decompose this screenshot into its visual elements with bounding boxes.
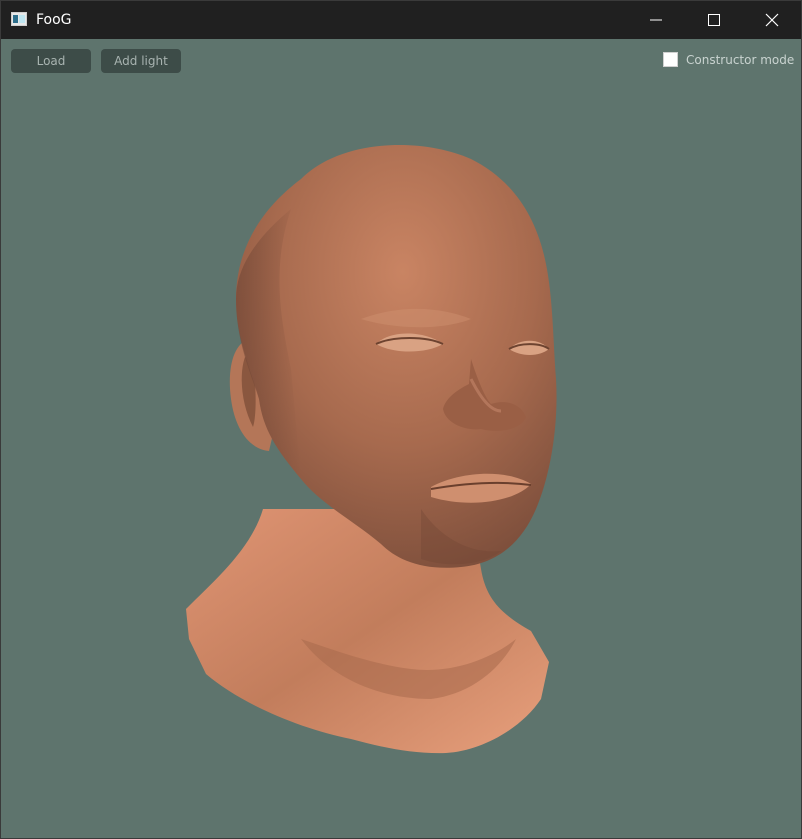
app-icon bbox=[11, 12, 27, 26]
head-model bbox=[186, 145, 557, 754]
load-button[interactable]: Load bbox=[11, 49, 91, 73]
minimize-button[interactable] bbox=[627, 1, 685, 39]
constructor-mode-label: Constructor mode bbox=[686, 53, 795, 67]
minimize-icon bbox=[650, 19, 662, 21]
maximize-icon bbox=[708, 14, 720, 26]
3d-viewport[interactable]: Load Add light Constructor mode bbox=[1, 39, 801, 838]
close-button[interactable] bbox=[743, 1, 801, 39]
title-bar[interactable]: FooG bbox=[1, 1, 801, 39]
app-window: FooG Load Add light Constructor mode bbox=[0, 0, 802, 839]
add-light-button[interactable]: Add light bbox=[101, 49, 181, 73]
close-icon bbox=[765, 13, 779, 27]
constructor-mode-checkbox[interactable] bbox=[663, 52, 678, 67]
maximize-button[interactable] bbox=[685, 1, 743, 39]
window-title: FooG bbox=[36, 12, 72, 28]
